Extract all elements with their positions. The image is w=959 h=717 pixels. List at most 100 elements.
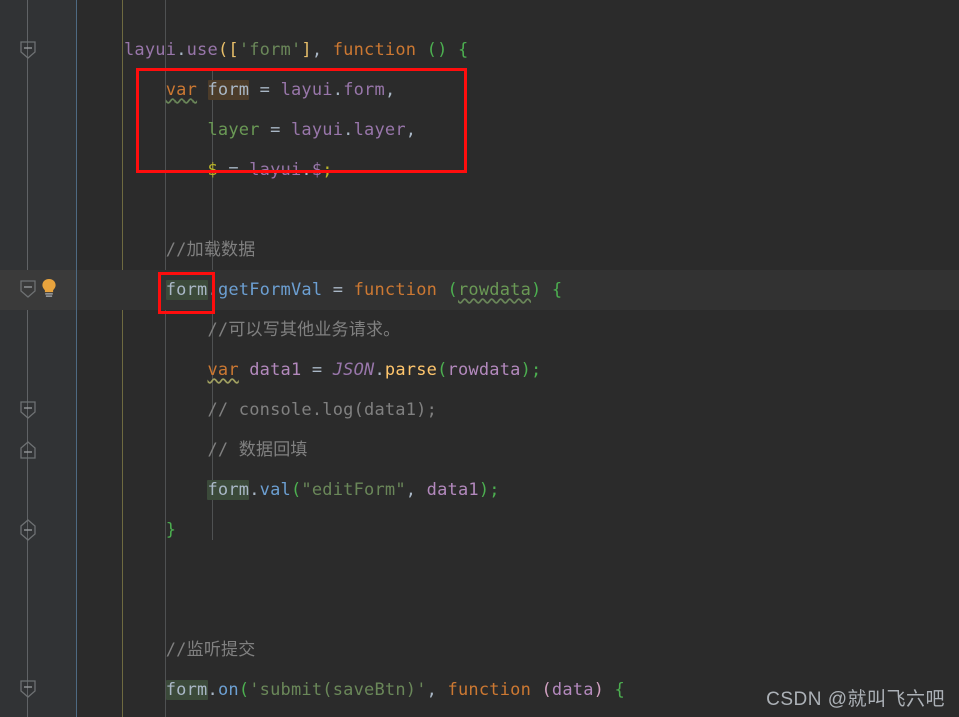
code-line[interactable]: // console.log(data1); — [124, 390, 437, 430]
fold-marker-collapse-both[interactable] — [17, 518, 39, 541]
fold-marker-collapse-start[interactable] — [17, 39, 39, 61]
code-token: layui — [124, 40, 177, 60]
code-token: rowdata — [457, 280, 532, 300]
code-token: form — [207, 480, 250, 500]
code-token: JSON — [332, 360, 375, 380]
code-token: getFormVal — [217, 280, 323, 300]
editor-gutter[interactable] — [0, 0, 77, 717]
fold-marker-collapse-end[interactable] — [17, 439, 39, 461]
code-token: ( — [447, 280, 458, 300]
code-line[interactable]: form.on('submit(saveBtn)', function (dat… — [124, 670, 625, 710]
code-token: function — [353, 280, 438, 300]
code-token: ) — [593, 680, 605, 700]
code-line[interactable]: layui.use(['form'], function () { — [124, 30, 468, 70]
code-line[interactable]: var form = layui.form, — [124, 70, 395, 110]
code-token: , — [426, 680, 448, 700]
code-token: var — [165, 80, 198, 100]
code-token: , — [311, 40, 333, 60]
code-line[interactable]: form.getFormVal = function (rowdata) { — [124, 270, 562, 310]
code-line[interactable]: var data1 = JSON.parse(rowdata); — [124, 350, 541, 390]
code-token: . — [374, 360, 385, 380]
code-token: layer — [353, 120, 406, 140]
code-token: ; — [322, 160, 333, 180]
code-line[interactable]: //监听提交 — [124, 630, 255, 670]
code-token: //可以写其他业务请求。 — [207, 320, 401, 340]
code-token: { — [614, 680, 625, 700]
code-token: ( — [541, 680, 552, 700]
code-token: ( — [290, 480, 302, 500]
code-token: var — [207, 360, 239, 380]
code-token: = — [217, 160, 250, 180]
fold-marker-collapse-start[interactable] — [17, 278, 39, 300]
code-token: use — [186, 40, 218, 60]
code-token: . — [176, 40, 187, 60]
code-token: form — [207, 80, 250, 100]
code-token: ; — [489, 480, 500, 500]
code-line[interactable]: //加载数据 — [124, 230, 255, 270]
code-token: 'submit(saveBtn)' — [249, 680, 427, 700]
code-token: rowdata — [447, 360, 521, 380]
code-token: on — [217, 680, 239, 700]
editor-text-area[interactable]: layui.use(['form'], function () { var fo… — [77, 0, 959, 717]
code-line[interactable]: //可以写其他业务请求。 — [124, 310, 400, 350]
code-token: ; — [531, 360, 542, 380]
code-token: ) — [478, 480, 490, 500]
code-token: . — [207, 680, 218, 700]
code-token: function — [332, 40, 417, 60]
code-token: function — [447, 680, 532, 700]
code-token: val — [259, 480, 291, 500]
code-token: form — [165, 680, 208, 700]
code-token: layui — [290, 120, 344, 140]
code-token: = — [259, 120, 291, 140]
code-token: // console.log(data1); — [207, 400, 438, 420]
code-token: [ — [228, 40, 239, 60]
code-token: ( — [426, 40, 438, 60]
code-token: ) — [437, 40, 448, 60]
code-token: data1 — [249, 360, 302, 380]
vertical-ruler-olive — [122, 0, 123, 717]
code-token: { — [457, 40, 469, 60]
code-token: ( — [437, 360, 448, 380]
code-token: = — [322, 280, 354, 300]
code-token: ) — [520, 360, 532, 380]
code-token: . — [207, 280, 218, 300]
fold-rail — [27, 0, 28, 717]
code-token: form — [165, 280, 208, 300]
code-token: , — [405, 120, 417, 140]
code-token: layer — [207, 120, 260, 140]
fold-marker-collapse-start[interactable] — [17, 399, 39, 421]
watermark-text: CSDN @就叫飞六吧 — [766, 689, 945, 710]
code-token: { — [551, 280, 563, 300]
fold-marker-collapse-start[interactable] — [17, 678, 39, 700]
code-token: . — [343, 120, 354, 140]
code-token: layui — [280, 80, 333, 100]
code-line[interactable]: form.val("editForm", data1); — [124, 470, 500, 510]
code-token: form — [343, 80, 385, 100]
code-token: // 数据回填 — [207, 440, 308, 460]
code-line[interactable]: $ = layui.$; — [124, 150, 333, 190]
code-line[interactable]: // 数据回填 — [124, 430, 308, 470]
code-line[interactable]: } — [124, 510, 176, 550]
intention-bulb-icon[interactable] — [38, 277, 60, 299]
code-token: //监听提交 — [165, 640, 256, 660]
code-token: , — [384, 80, 396, 100]
code-token: } — [165, 520, 177, 540]
code-line[interactable]: layer = layui.layer, — [124, 110, 416, 150]
code-token: ( — [238, 680, 250, 700]
code-token: layui — [249, 160, 302, 180]
